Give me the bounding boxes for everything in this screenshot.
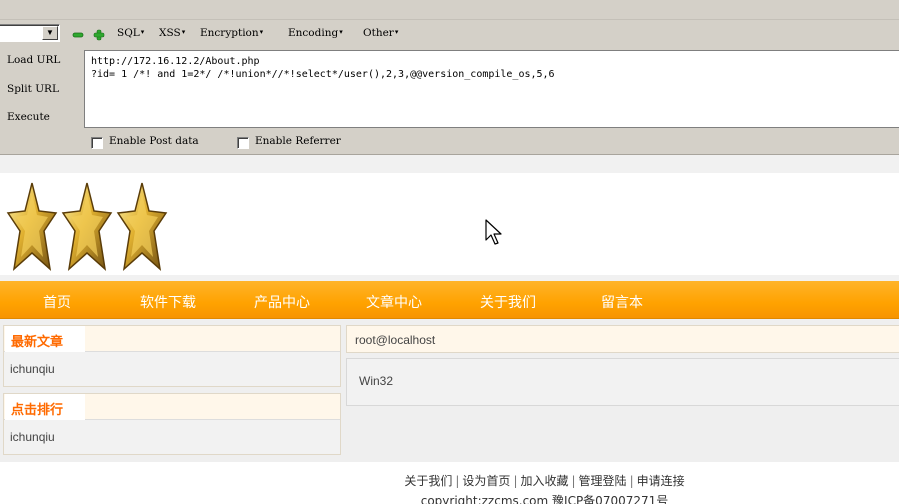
minus-icon[interactable] <box>72 29 84 41</box>
hackbar-menu-row: ▼ SQL▾ XSS▾ Encryption▾ Encoding▾ Other▾ <box>0 20 899 48</box>
star-icon <box>116 182 168 271</box>
mouse-cursor-icon <box>485 219 502 245</box>
article-body: Win32 <box>346 358 899 406</box>
menu-other[interactable]: Other▾ <box>363 27 398 39</box>
main-nav: 首页 软件下载 产品中心 文章中心 关于我们 留言本 <box>0 281 899 319</box>
menu-encryption[interactable]: Encryption▾ <box>200 27 263 39</box>
article-body-text: Win32 <box>359 374 394 388</box>
enable-referrer-checkbox[interactable] <box>237 137 249 149</box>
enable-post-checkbox[interactable] <box>91 137 103 149</box>
url-textarea[interactable]: http://172.16.12.2/About.php ?id= 1 /*! … <box>84 50 899 128</box>
article-title-bar: root@localhost <box>346 325 899 353</box>
page-top-band <box>0 155 899 173</box>
menu-encoding[interactable]: Encoding▾ <box>288 27 343 39</box>
plus-icon[interactable] <box>93 29 105 41</box>
web-page: 首页 软件下载 产品中心 文章中心 关于我们 留言本 最新文章 ichunqiu… <box>0 155 899 504</box>
star-icon <box>6 182 58 271</box>
ranking-box: 点击排行 ichunqiu <box>3 393 341 455</box>
ranking-link[interactable]: ichunqiu <box>10 430 55 444</box>
footer-link-apply[interactable]: 申请连接 <box>637 474 685 488</box>
browser-toolbar-strip <box>0 0 899 20</box>
footer-copyright: copyright:zzcms.com 豫ICP备07007271号 <box>420 494 669 504</box>
menu-xss[interactable]: XSS▾ <box>159 27 185 39</box>
nav-about[interactable]: 关于我们 <box>480 292 536 312</box>
latest-articles-body: ichunqiu <box>4 352 340 386</box>
footer-link-admin-login[interactable]: 管理登陆 <box>579 474 627 488</box>
enable-referrer-label[interactable]: Enable Referrer <box>255 135 341 147</box>
nav-downloads[interactable]: 软件下载 <box>140 292 196 312</box>
hackbar-toolbar: ▼ SQL▾ XSS▾ Encryption▾ Encoding▾ Other▾… <box>0 0 899 155</box>
nav-guestbook[interactable]: 留言本 <box>601 292 643 312</box>
latest-articles-box: 最新文章 ichunqiu <box>3 325 341 387</box>
site-footer: 关于我们 | 设为首页 | 加入收藏 | 管理登陆 | 申请连接 copyright:zzcms… <box>0 462 899 504</box>
dropdown-arrow-icon[interactable]: ▼ <box>42 26 58 40</box>
latest-article-link[interactable]: ichunqiu <box>10 362 55 376</box>
execute-button[interactable]: Execute <box>7 111 50 123</box>
footer-link-about[interactable]: 关于我们 <box>404 474 452 488</box>
latest-articles-title: 最新文章 <box>5 326 85 352</box>
nav-home[interactable]: 首页 <box>43 292 71 312</box>
ranking-body: ichunqiu <box>4 420 340 454</box>
footer-link-homepage[interactable]: 设为首页 <box>462 474 510 488</box>
site-header <box>0 173 899 275</box>
enable-post-label[interactable]: Enable Post data <box>109 135 199 147</box>
load-url-button[interactable]: Load URL <box>7 54 60 66</box>
footer-links: 关于我们 | 设为首页 | 加入收藏 | 管理登陆 | 申请连接 <box>404 474 685 488</box>
nav-products[interactable]: 产品中心 <box>254 292 310 312</box>
article-title-text: root@localhost <box>355 333 436 347</box>
content-area: 最新文章 ichunqiu 点击排行 ichunqiu root@localho… <box>0 319 899 462</box>
split-url-button[interactable]: Split URL <box>7 83 59 95</box>
ranking-header: 点击排行 <box>4 394 340 420</box>
latest-articles-header: 最新文章 <box>4 326 340 352</box>
ranking-title: 点击排行 <box>5 394 85 420</box>
hackbar-dropdown[interactable]: ▼ <box>0 24 60 42</box>
footer-link-favorite[interactable]: 加入收藏 <box>520 474 568 488</box>
star-icon <box>61 182 113 271</box>
menu-sql[interactable]: SQL▾ <box>117 27 144 39</box>
nav-articles[interactable]: 文章中心 <box>366 292 422 312</box>
